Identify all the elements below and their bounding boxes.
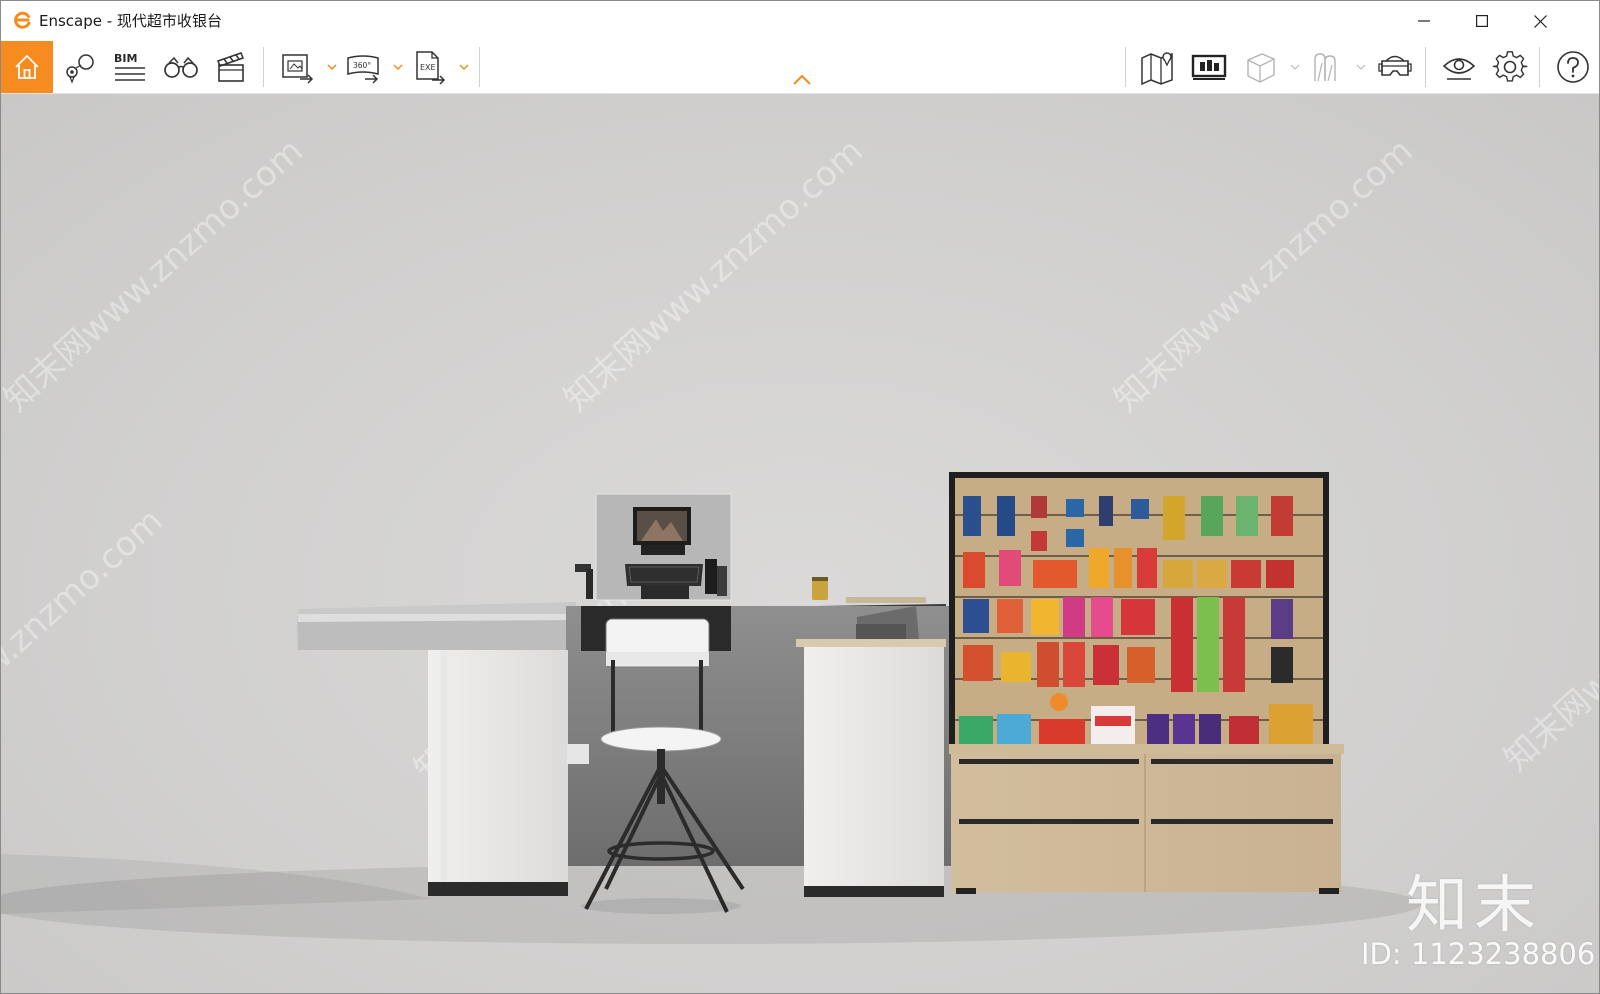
maximize-icon bbox=[1476, 15, 1488, 27]
main-toolbar: BIM 360° EXE bbox=[1, 41, 1599, 94]
panorama-dropdown[interactable] bbox=[391, 59, 405, 75]
minimize-button[interactable] bbox=[1395, 1, 1453, 41]
asset-id-label: ID: 1123238806 bbox=[1361, 937, 1596, 971]
vr-headset-icon bbox=[1378, 55, 1412, 76]
chevron-down-icon bbox=[1356, 64, 1366, 70]
panorama-button[interactable]: 360° bbox=[342, 45, 386, 89]
sections-dropdown[interactable] bbox=[1354, 59, 1368, 75]
batch-render-dropdown[interactable] bbox=[325, 59, 339, 75]
brand-watermark: 知末 bbox=[1406, 868, 1543, 941]
clapperboard-icon bbox=[217, 52, 244, 82]
walk-mode-button[interactable] bbox=[159, 45, 203, 89]
home-button[interactable] bbox=[1, 41, 53, 93]
close-button[interactable] bbox=[1511, 1, 1569, 41]
chevron-down-icon bbox=[393, 64, 403, 70]
minimize-icon bbox=[1418, 20, 1430, 22]
snack-display-rack bbox=[949, 472, 1344, 894]
asset-library-button[interactable] bbox=[1187, 45, 1231, 89]
image-export-icon bbox=[282, 54, 314, 84]
cube-icon bbox=[1247, 53, 1275, 83]
toolbar-separator bbox=[479, 47, 480, 87]
eye-icon bbox=[1442, 58, 1476, 80]
bim-button[interactable]: BIM bbox=[108, 45, 152, 89]
settings-button[interactable] bbox=[1488, 45, 1532, 89]
exe-export-icon: EXE bbox=[416, 51, 446, 85]
views-button[interactable] bbox=[58, 45, 102, 89]
exe-export-dropdown[interactable] bbox=[457, 59, 471, 75]
visual-settings-button[interactable] bbox=[1437, 45, 1481, 89]
svg-text:EXE: EXE bbox=[420, 63, 436, 72]
panorama-export-icon: 360° bbox=[347, 55, 379, 84]
bim-icon: BIM bbox=[112, 49, 148, 85]
title-bar: Enscape - 现代超市收银台 bbox=[1, 1, 1599, 41]
batch-render-button[interactable] bbox=[276, 45, 320, 89]
exe-export-button[interactable]: EXE bbox=[408, 45, 452, 89]
help-icon bbox=[1557, 51, 1589, 83]
toolbar-separator bbox=[263, 47, 264, 87]
video-editor-button[interactable] bbox=[209, 45, 253, 89]
chevron-down-icon bbox=[327, 64, 337, 70]
help-button[interactable] bbox=[1551, 45, 1595, 89]
enscape-logo-icon bbox=[14, 11, 31, 29]
home-icon bbox=[15, 55, 39, 79]
binoculars-icon bbox=[164, 56, 198, 78]
window-title: Enscape - 现代超市收银台 bbox=[39, 12, 222, 30]
toolbar-separator bbox=[1125, 47, 1126, 87]
svg-text:360°: 360° bbox=[353, 61, 371, 70]
chevron-down-icon bbox=[459, 64, 469, 70]
toolbar-separator bbox=[1539, 47, 1540, 87]
enscape-window: Enscape - 现代超市收银台 BIM 360° EXE 知末网www.zn… bbox=[0, 0, 1600, 994]
map-icon bbox=[1141, 52, 1173, 85]
gear-icon bbox=[1492, 51, 1528, 82]
maximize-button[interactable] bbox=[1453, 1, 1511, 41]
monitor-library-icon bbox=[1191, 54, 1227, 80]
close-icon bbox=[1533, 14, 1547, 28]
render-viewport[interactable]: 知末网www.znzmo.com 知末网www.znzmo.com 知末网www… bbox=[1, 94, 1599, 993]
cube-button[interactable] bbox=[1238, 45, 1282, 89]
collapse-toolbar-button[interactable] bbox=[791, 71, 813, 89]
toolbar-separator bbox=[1425, 47, 1426, 87]
chevron-down-icon bbox=[1290, 64, 1300, 70]
location-pin-icon bbox=[66, 54, 94, 84]
sections-button[interactable] bbox=[1305, 45, 1349, 89]
cube-dropdown[interactable] bbox=[1288, 59, 1302, 75]
map-button[interactable] bbox=[1136, 45, 1180, 89]
section-icon bbox=[1314, 53, 1336, 82]
checkout-counter-scene bbox=[1, 472, 1421, 944]
chevron-up-icon bbox=[793, 75, 811, 85]
vr-button[interactable] bbox=[1373, 45, 1417, 89]
